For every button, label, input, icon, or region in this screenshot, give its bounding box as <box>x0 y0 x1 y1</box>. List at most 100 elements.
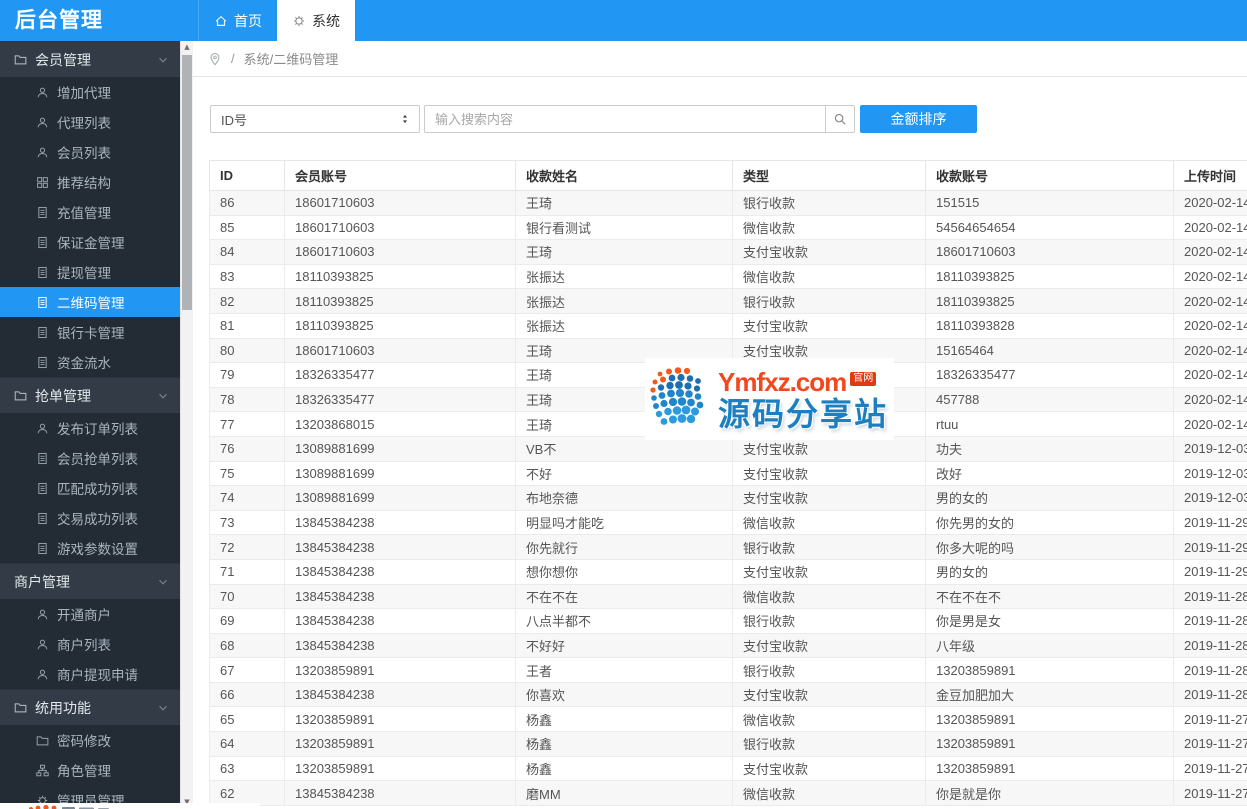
cell-1: 13089881699 <box>284 435 516 462</box>
table-row: 73 13845384238 明显吗才能吃 微信收款 你先男的女的 2019-11-29 … <box>209 509 1247 536</box>
table-row: 7413089881699布地奈德支付宝收款男的女的2019-12-03 17 <box>209 485 1247 511</box>
table-row: 7013845384238不在不在微信收款不在不在不2019-11-28 14 <box>209 583 1247 610</box>
chevron-down-icon <box>156 701 170 715</box>
sidebar-item-2-1[interactable]: 商户列表 <box>0 629 180 659</box>
cell-3: 支付宝收款 <box>732 681 926 708</box>
cell-3: 支付宝收款 <box>732 485 926 511</box>
sidebar-item-1-3[interactable]: 交易成功列表 <box>0 503 180 533</box>
cell-2: 不好 <box>515 460 733 487</box>
search-button[interactable] <box>825 105 855 133</box>
cell-2: 布地奈德 <box>515 485 733 511</box>
watermark-badge: 官网 <box>850 371 877 386</box>
cell-0: 65 <box>209 706 285 733</box>
scrollbar-up-arrow[interactable]: ▲ <box>181 41 193 54</box>
sidebar-item-label: 二维码管理 <box>57 296 125 311</box>
cell-4: 457788 <box>925 386 1174 413</box>
sidebar-item-label: 保证金管理 <box>57 236 125 251</box>
person-icon <box>36 116 49 129</box>
cell-4: 男的女的 <box>925 485 1174 511</box>
table-row: 85 18601710603 银行看测试 微信收款 54564654654 2020-02… <box>209 214 1247 241</box>
cell-4: 你是男是女 <box>925 608 1174 634</box>
sidebar-item-0-2[interactable]: 会员列表 <box>0 137 180 167</box>
cell-5: 2019-11-28 14 <box>1173 657 1247 683</box>
search-input[interactable] <box>424 105 825 133</box>
sidebar-item-label: 资金流水 <box>57 356 111 371</box>
cell-0: 75 <box>209 460 285 487</box>
search-filter-value: ID号 <box>221 112 248 128</box>
cell-1: 18601710603 <box>284 214 516 241</box>
sidebar-section-1[interactable]: 抢单管理 <box>0 377 180 413</box>
cell-1: 18110393825 <box>284 312 516 339</box>
folder-icon <box>14 701 27 714</box>
breadcrumb-separator: / <box>231 51 235 66</box>
cell-4: 18601710603 <box>925 239 1174 265</box>
sidebar-section-0[interactable]: 会员管理 <box>0 41 180 77</box>
cell-4: 13203859891 <box>925 657 1174 683</box>
sidebar-item-3-0[interactable]: 密码修改 <box>0 725 180 755</box>
grid-icon <box>36 176 49 189</box>
sidebar-item-label: 代理列表 <box>57 116 111 131</box>
table-row: 8618601710603王琦银行收款1515152020-02-14 20 <box>209 190 1247 216</box>
sidebar-scrollbar[interactable]: ▲ ▼ <box>180 41 193 809</box>
doc-icon <box>36 482 49 495</box>
sidebar-item-0-9[interactable]: 资金流水 <box>0 347 180 377</box>
cell-2: 八点半都不 <box>515 608 733 634</box>
cell-1: 13089881699 <box>284 485 516 511</box>
cell-0: 77 <box>209 411 285 437</box>
search-toolbar: ID号 金额排序 <box>210 105 977 133</box>
sidebar-item-2-0[interactable]: 开通商户 <box>0 599 180 629</box>
cell-0: 72 <box>209 534 285 560</box>
sidebar-item-0-1[interactable]: 代理列表 <box>0 107 180 137</box>
sidebar-section-label: 商户管理 <box>14 573 70 590</box>
cell-5: 2019-11-28 14 <box>1173 583 1247 610</box>
sidebar-item-0-4[interactable]: 充值管理 <box>0 197 180 227</box>
sidebar-section-2[interactable]: 商户管理 <box>0 563 180 599</box>
folder-icon <box>14 53 27 66</box>
sidebar-item-1-2[interactable]: 匹配成功列表 <box>0 473 180 503</box>
sidebar-item-0-8[interactable]: 银行卡管理 <box>0 317 180 347</box>
sidebar-item-label: 游戏参数设置 <box>57 542 138 557</box>
app-title: 后台管理 <box>15 9 103 32</box>
tab-system[interactable]: 系统 <box>277 0 355 41</box>
cell-5: 2019-11-27 19 <box>1173 706 1247 733</box>
bottom-watermark-fragment <box>0 803 260 809</box>
updown-arrows-icon <box>399 113 411 125</box>
cell-0: 71 <box>209 558 285 585</box>
watermark-overlay: Ymfxz.com 官网 源码分享站 <box>645 358 894 440</box>
cell-3: 银行收款 <box>732 731 926 757</box>
sidebar-section-3[interactable]: 统用功能 <box>0 689 180 725</box>
sidebar-item-0-7[interactable]: 二维码管理 <box>0 287 180 317</box>
table-row: 83 18110393825 张振达 微信收款 18110393825 2020-02-1… <box>209 263 1247 290</box>
sidebar-item-label: 充值管理 <box>57 206 111 221</box>
scrollbar-thumb[interactable] <box>182 55 192 310</box>
person-icon <box>36 422 49 435</box>
cell-1: 18110393825 <box>284 263 516 290</box>
cell-1: 13203859891 <box>284 731 516 757</box>
table-header-row: ID 会员账号 收款姓名 类型 收款账号 上传时间 <box>209 160 1247 191</box>
search-filter-select[interactable]: ID号 <box>210 105 420 133</box>
cell-2: 磨MM <box>515 780 733 806</box>
cell-4: 15165464 <box>925 337 1174 364</box>
sidebar-item-1-1[interactable]: 会员抢单列表 <box>0 443 180 473</box>
sidebar-item-label: 匹配成功列表 <box>57 482 138 497</box>
cell-3: 银行收款 <box>732 657 926 683</box>
sidebar-item-label: 推荐结构 <box>57 176 111 191</box>
amount-sort-button[interactable]: 金额排序 <box>860 105 977 133</box>
sidebar-item-0-0[interactable]: 增加代理 <box>0 77 180 107</box>
sidebar-section-label: 统用功能 <box>35 699 91 716</box>
sidebar-item-3-1[interactable]: 角色管理 <box>0 755 180 785</box>
cell-2: 不在不在 <box>515 583 733 610</box>
cell-1: 18326335477 <box>284 362 516 388</box>
sidebar-item-1-4[interactable]: 游戏参数设置 <box>0 533 180 563</box>
sidebar-item-2-2[interactable]: 商户提现申请 <box>0 659 180 689</box>
sidebar-item-label: 提现管理 <box>57 266 111 281</box>
sidebar-item-label: 商户提现申请 <box>57 668 138 683</box>
sidebar-item-1-0[interactable]: 发布订单列表 <box>0 413 180 443</box>
sidebar-item-0-3[interactable]: 推荐结构 <box>0 167 180 197</box>
sidebar-item-0-6[interactable]: 提现管理 <box>0 257 180 287</box>
cell-1: 18601710603 <box>284 337 516 364</box>
sidebar-item-0-5[interactable]: 保证金管理 <box>0 227 180 257</box>
table-row: 7213845384238你先就行银行收款你多大呢的吗2019-11-29 18 <box>209 534 1247 560</box>
tab-home[interactable]: 首页 <box>198 0 277 41</box>
cell-0: 66 <box>209 681 285 708</box>
